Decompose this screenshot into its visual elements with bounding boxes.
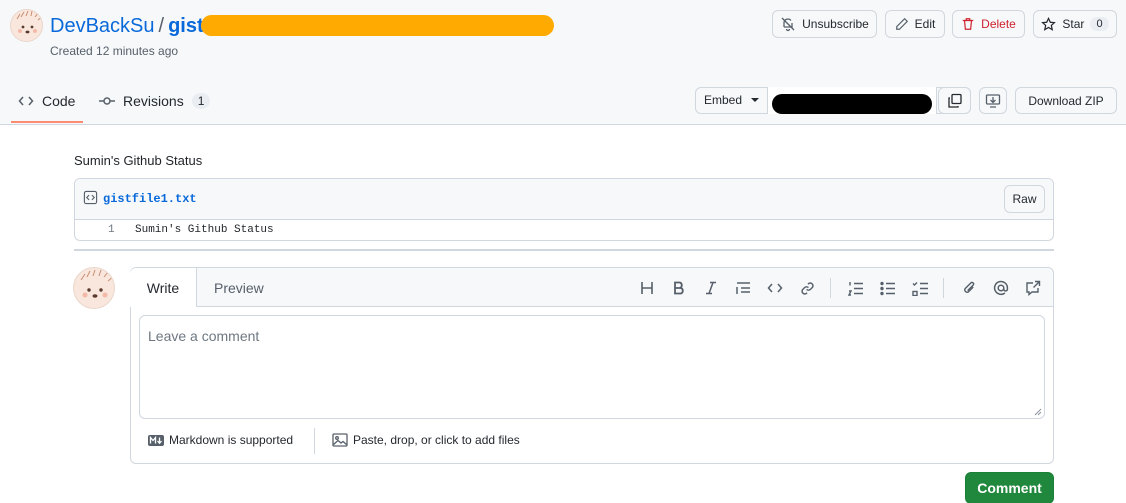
gist-description: Sumin's Github Status <box>74 153 203 168</box>
title-separator: / <box>158 15 165 37</box>
write-tab-label: Write <box>146 279 180 296</box>
comment-placeholder: Leave a comment <box>148 328 260 344</box>
redacted-embed-url <box>772 94 932 114</box>
bell-slash-icon <box>780 16 796 32</box>
owner-link[interactable]: DevBackSu <box>50 15 155 37</box>
unordered-list-icon[interactable] <box>878 278 898 298</box>
file-code-icon <box>83 190 98 205</box>
image-icon <box>332 433 348 447</box>
created-timestamp: Created 12 minutes ago <box>50 44 179 58</box>
attach-files-button[interactable]: Paste, drop, or click to add files <box>332 433 520 447</box>
download-zip-button[interactable]: Download ZIP <box>1015 87 1117 114</box>
star-count: 0 <box>1090 17 1109 31</box>
edit-label: Edit <box>914 17 936 31</box>
owner-avatar[interactable] <box>10 9 43 42</box>
active-tab-indicator <box>11 121 83 123</box>
code-icon[interactable] <box>765 278 785 298</box>
unsubscribe-label: Unsubscribe <box>802 17 869 31</box>
reference-icon[interactable] <box>1023 278 1043 298</box>
section-divider <box>74 249 1054 251</box>
bold-icon[interactable] <box>669 278 689 298</box>
embed-dropdown[interactable]: Embed <box>704 93 760 107</box>
ordered-list-icon[interactable] <box>846 278 866 298</box>
open-desktop-button[interactable] <box>979 87 1007 114</box>
attach-icon[interactable] <box>959 278 979 298</box>
gist-title: DevBackSu / gist: <box>50 13 210 39</box>
copy-icon <box>947 93 963 109</box>
edit-button[interactable]: Edit <box>885 10 945 38</box>
task-list-icon[interactable] <box>910 278 930 298</box>
attach-note: Paste, drop, or click to add files <box>353 433 520 447</box>
tab-code-label: Code <box>42 93 76 109</box>
delete-label: Delete <box>981 17 1016 31</box>
copy-button[interactable] <box>938 87 971 114</box>
comment-textarea[interactable] <box>139 315 1045 419</box>
pencil-icon <box>895 17 909 31</box>
tab-revisions-label: Revisions <box>123 93 184 109</box>
markdown-note: Markdown is supported <box>169 433 294 447</box>
star-label: Star <box>1062 17 1085 31</box>
submit-comment-button[interactable]: Comment <box>965 472 1054 503</box>
markdown-help-link[interactable]: Markdown is supported <box>148 433 293 447</box>
tab-write[interactable]: Write <box>130 268 197 307</box>
markdown-icon <box>148 434 164 446</box>
tab-code[interactable]: Code <box>18 86 75 116</box>
embed-label: Embed <box>704 93 743 107</box>
resize-handle-icon[interactable] <box>1034 408 1042 416</box>
trash-icon <box>961 17 975 31</box>
tab-revisions[interactable]: Revisions 1 <box>99 86 211 116</box>
commenter-avatar <box>73 267 115 309</box>
tab-preview[interactable]: Preview <box>214 280 264 296</box>
mention-icon[interactable] <box>991 278 1011 298</box>
toolbar-divider <box>943 278 944 298</box>
star-button[interactable]: Star 0 <box>1033 10 1117 38</box>
file-header <box>75 179 1053 220</box>
unsubscribe-button[interactable]: Unsubscribe <box>772 10 877 38</box>
file-name-link[interactable]: gistfile1.txt <box>103 192 197 206</box>
toolbar-divider <box>830 278 831 298</box>
heading-icon[interactable] <box>637 278 657 298</box>
footer-divider <box>314 428 315 454</box>
raw-button[interactable]: Raw <box>1004 185 1045 213</box>
italic-icon[interactable] <box>701 278 721 298</box>
delete-button[interactable]: Delete <box>952 10 1025 38</box>
quote-icon[interactable] <box>733 278 753 298</box>
caret-down-icon <box>750 95 760 105</box>
revisions-count: 1 <box>191 93 211 109</box>
download-zip-label: Download ZIP <box>1028 93 1104 108</box>
star-icon <box>1041 16 1057 32</box>
code-icon <box>18 93 34 109</box>
raw-label: Raw <box>1012 192 1037 206</box>
line-number[interactable]: 1 <box>108 224 115 236</box>
code-line: Sumin's Github Status <box>135 224 274 236</box>
link-icon[interactable] <box>797 278 817 298</box>
commit-icon <box>99 93 115 109</box>
desktop-download-icon <box>985 93 1001 109</box>
redacted-gist-name <box>201 15 554 36</box>
